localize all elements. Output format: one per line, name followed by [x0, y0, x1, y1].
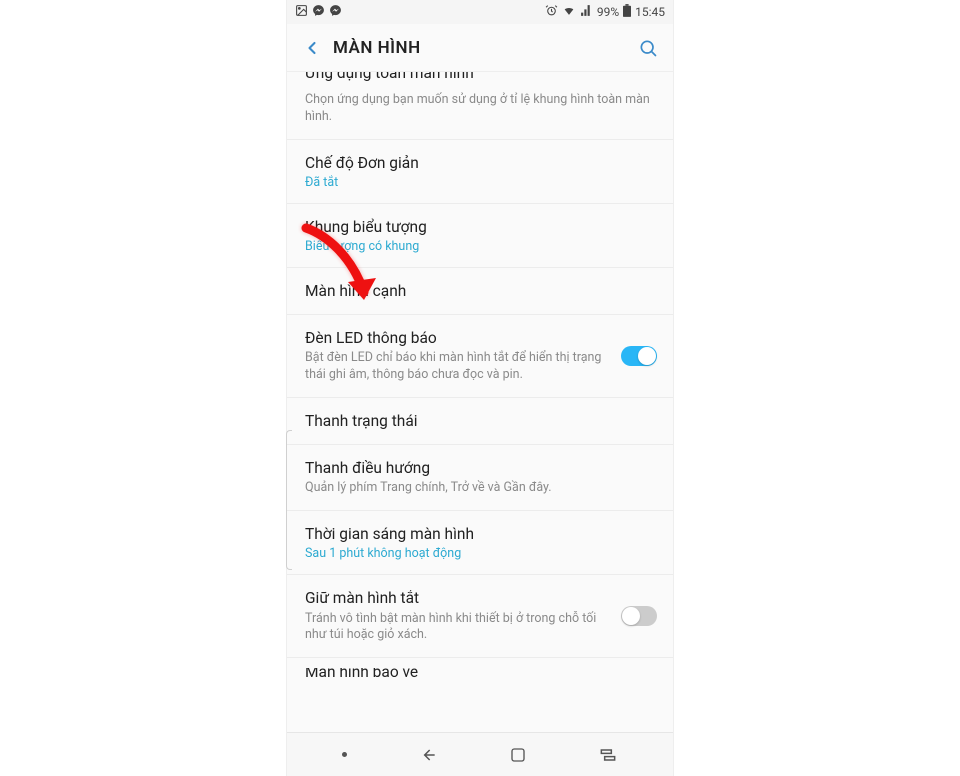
item-title: Thanh điều hướng [305, 458, 655, 478]
item-desc: Chọn ứng dụng bạn muốn sử dụng ở tỉ lệ k… [305, 92, 655, 126]
item-title: Thanh trạng thái [305, 411, 655, 431]
item-title: Khung biểu tượng [305, 217, 655, 237]
scroll-edge-indicator [286, 430, 292, 570]
search-button[interactable] [633, 33, 663, 63]
nav-recents-button[interactable] [598, 745, 618, 765]
nav-bar [287, 732, 673, 776]
toggle-led[interactable] [621, 346, 657, 366]
item-led-notification[interactable]: Đèn LED thông báo Bật đèn LED chỉ báo kh… [287, 315, 673, 398]
item-title: Thời gian sáng màn hình [305, 524, 655, 544]
nav-indicator-dot [342, 752, 347, 757]
app-header: MÀN HÌNH [287, 24, 673, 72]
item-fullscreen-apps[interactable]: Ứng dụng toàn màn hình Chọn ứng dụng bạn… [287, 72, 673, 140]
item-title: Ứng dụng toàn màn hình [305, 72, 655, 82]
messenger-icon [312, 4, 325, 20]
picture-icon [295, 4, 308, 20]
item-screen-timeout[interactable]: Thời gian sáng màn hình Sau 1 phút không… [287, 511, 673, 575]
signal-icon [580, 4, 593, 20]
item-value: Sau 1 phút không hoạt động [305, 546, 655, 561]
battery-icon [623, 4, 631, 20]
toggle-keep-off[interactable] [621, 606, 657, 626]
battery-text: 99% [597, 5, 619, 19]
item-status-bar-setting[interactable]: Thanh trạng thái [287, 398, 673, 445]
alarm-icon [545, 4, 558, 20]
item-title: Chế độ Đơn giản [305, 153, 655, 173]
phone-frame: 99% 15:45 MÀN HÌNH Ứng dụng toàn màn hìn… [286, 0, 674, 776]
page-title: MÀN HÌNH [333, 38, 633, 58]
status-bar: 99% 15:45 [287, 0, 673, 24]
item-title: Màn hình bảo vệ [305, 668, 655, 678]
item-screensaver-cut[interactable]: Màn hình bảo vệ [287, 658, 673, 678]
nav-back-button[interactable] [418, 745, 438, 765]
item-keep-screen-off[interactable]: Giữ màn hình tắt Tránh vô tình bật màn h… [287, 575, 673, 658]
status-left [295, 4, 342, 20]
item-navigation-bar[interactable]: Thanh điều hướng Quản lý phím Trang chín… [287, 445, 673, 511]
item-title: Màn hình cạnh [305, 281, 655, 301]
status-right: 99% 15:45 [545, 4, 665, 20]
item-desc: Tránh vô tình bật màn hình khi thiết bị … [305, 611, 603, 645]
item-simple-mode[interactable]: Chế độ Đơn giản Đã tắt [287, 140, 673, 204]
item-desc: Bật đèn LED chỉ báo khi màn hình tắt để … [305, 350, 603, 384]
wifi-icon [562, 4, 576, 20]
item-value: Đã tắt [305, 175, 655, 190]
clock-text: 15:45 [635, 5, 665, 19]
item-title: Đèn LED thông báo [305, 328, 603, 348]
item-icon-frame[interactable]: Khung biểu tượng Biểu tượng có khung [287, 204, 673, 268]
item-title: Giữ màn hình tắt [305, 588, 603, 608]
back-button[interactable] [297, 33, 327, 63]
settings-list[interactable]: Ứng dụng toàn màn hình Chọn ứng dụng bạn… [287, 72, 673, 732]
item-edge-screen[interactable]: Màn hình cạnh [287, 268, 673, 315]
nav-home-button[interactable] [509, 746, 527, 764]
item-desc: Quản lý phím Trang chính, Trở về và Gần … [305, 480, 655, 497]
messenger-icon [329, 4, 342, 20]
item-value: Biểu tượng có khung [305, 239, 655, 254]
